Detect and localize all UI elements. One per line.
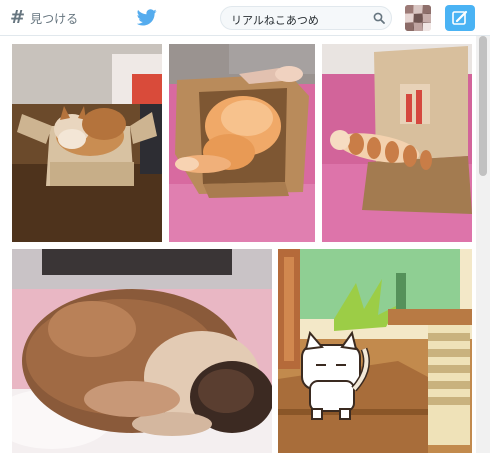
neko-atsume-cat-illustration[interactable] — [278, 249, 472, 453]
hashtag-icon: # — [10, 7, 26, 28]
discover-link[interactable]: # 見つける — [10, 8, 78, 28]
cat-in-box-photo[interactable] — [12, 44, 162, 242]
page-scrollbar[interactable] — [476, 36, 490, 453]
discover-label: 見つける — [30, 11, 79, 26]
compose-tweet-button[interactable] — [445, 5, 475, 31]
scrollbar-thumb[interactable] — [479, 36, 487, 176]
user-avatar[interactable] — [405, 5, 431, 31]
cat-sleeping-in-box-photo[interactable] — [169, 44, 315, 242]
media-gallery — [0, 36, 476, 453]
search-icon[interactable] — [373, 12, 385, 24]
top-navigation-bar: # 見つける リアルねこあつめ — [0, 0, 490, 36]
cat-tail-box-photo[interactable] — [322, 44, 472, 242]
search-input[interactable]: リアルねこあつめ — [231, 12, 319, 28]
twitter-bird-icon[interactable] — [137, 9, 157, 26]
compose-tweet-icon — [452, 10, 468, 25]
siamese-cat-curled-photo[interactable] — [12, 249, 272, 453]
search-box[interactable]: リアルねこあつめ — [220, 6, 392, 30]
